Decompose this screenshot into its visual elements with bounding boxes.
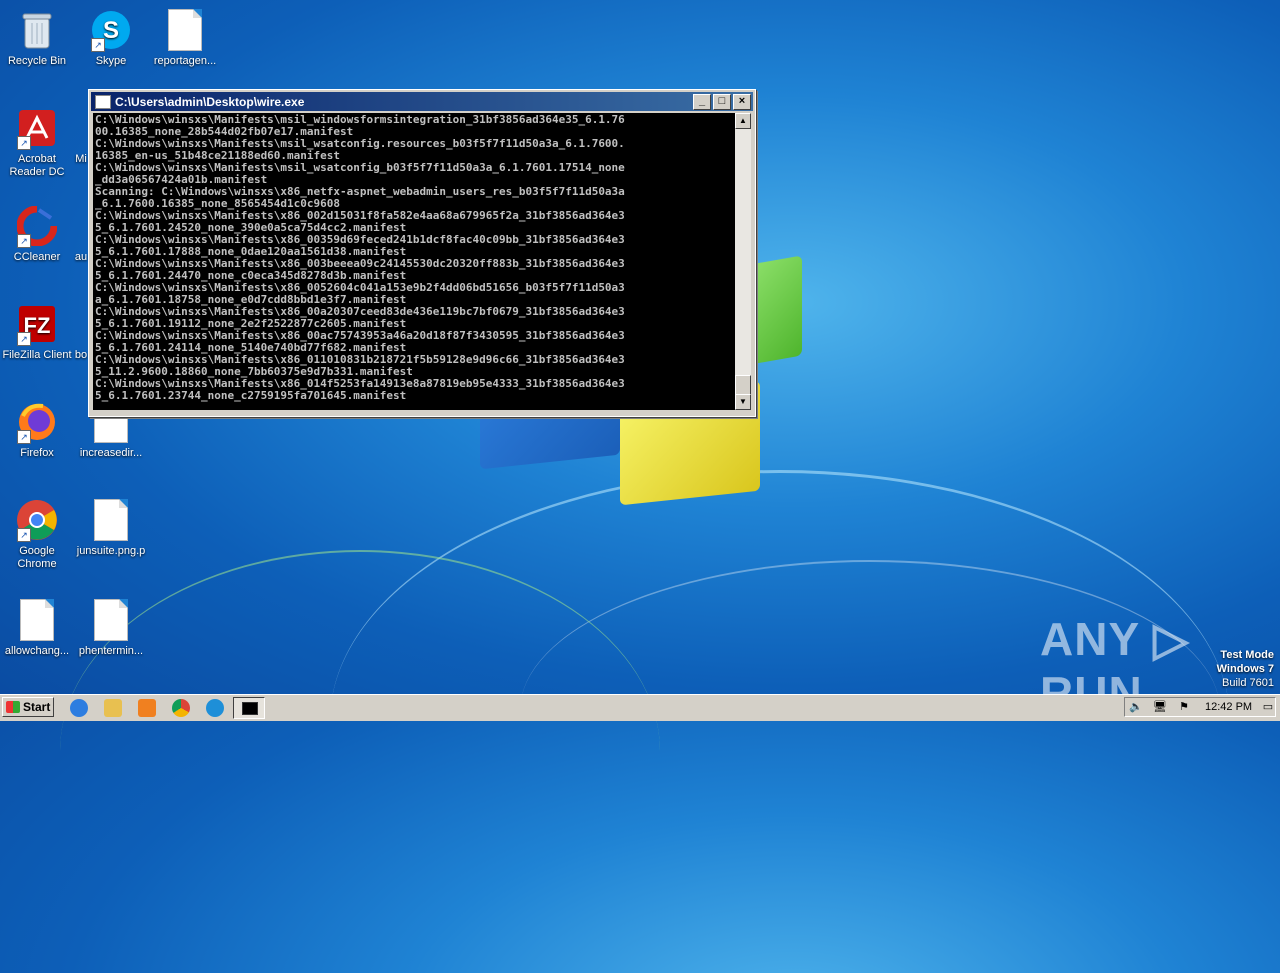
network-icon[interactable]: 🖥 xyxy=(1153,701,1167,714)
explorer-icon[interactable] xyxy=(104,699,122,717)
taskbar-item-console[interactable] xyxy=(233,697,265,719)
desktop-icon-filezilla[interactable]: FZ ↗ FileZilla Client xyxy=(0,302,74,362)
ccleaner-icon: ↗ xyxy=(15,204,59,248)
scroll-up-button[interactable]: ▲ xyxy=(735,113,751,129)
desktop-icon-label: reportagen... xyxy=(153,55,217,67)
volume-icon[interactable]: 🔈 xyxy=(1129,701,1143,714)
shortcut-arrow-icon: ↗ xyxy=(17,430,31,444)
desktop-icon-label: FileZilla Client xyxy=(2,349,72,361)
desktop-icon-label: CCleaner xyxy=(13,251,61,263)
console-output-text: C:\Windows\winsxs\Manifests\msil_windows… xyxy=(95,113,625,402)
desktop-icon-label: Google Chrome xyxy=(17,545,57,570)
desktop-icon-label: Recycle Bin xyxy=(7,55,67,67)
shortcut-arrow-icon: ↗ xyxy=(17,136,31,150)
console-taskbar-icon xyxy=(242,702,258,715)
desktop-icon-label: Acrobat Reader DC xyxy=(9,153,65,178)
windows-flag-icon xyxy=(6,701,20,713)
file-icon xyxy=(89,498,133,542)
test-mode-notice: Test Mode Windows 7 Build 7601 xyxy=(1217,648,1274,690)
desktop-icon-skype[interactable]: S ↗ Skype xyxy=(74,8,148,68)
wallpaper-swirl xyxy=(330,470,1230,973)
scroll-thumb[interactable] xyxy=(735,375,751,395)
console-app-icon xyxy=(95,94,111,109)
system-tray: 🔈 🖥 ⚑ 12:42 PM ▭ xyxy=(1124,697,1276,717)
shortcut-arrow-icon: ↗ xyxy=(17,528,31,542)
desktop-icon-label: phentermin... xyxy=(78,645,144,657)
desktop-icon-label: junsuite.png.p xyxy=(76,545,146,557)
chrome-icon: ↗ xyxy=(15,498,59,542)
taskbar: Start 🔈 🖥 ⚑ 12:42 PM ▭ xyxy=(0,694,1280,721)
desktop-icon-chrome[interactable]: ↗ Google Chrome xyxy=(0,498,74,571)
desktop-icon-junsuite[interactable]: junsuite.png.p xyxy=(74,498,148,558)
desktop-icon-label: Skype xyxy=(95,55,127,67)
build-number-line: Build 7601 xyxy=(1222,677,1274,689)
wallpaper-swirl xyxy=(60,550,660,952)
file-icon xyxy=(89,598,133,642)
desktop-icon-label: Firefox xyxy=(20,447,54,459)
desktop-icon-label: increasedir... xyxy=(79,447,143,459)
windows-version-line: Windows 7 xyxy=(1216,663,1274,675)
edge-icon[interactable] xyxy=(206,699,224,717)
desktop-icon-reportagen[interactable]: reportagen... xyxy=(148,8,222,68)
desktop-icon-allowchang[interactable]: allowchang... xyxy=(0,598,74,658)
filezilla-icon: FZ ↗ xyxy=(15,302,59,346)
window-titlebar[interactable]: C:\Users\admin\Desktop\wire.exe _ □ × xyxy=(91,92,753,111)
console-window[interactable]: C:\Users\admin\Desktop\wire.exe _ □ × C:… xyxy=(88,89,756,417)
close-button[interactable]: × xyxy=(733,93,751,110)
desktop-icon-acrobat[interactable]: ↗ Acrobat Reader DC xyxy=(0,106,74,179)
chrome-icon[interactable] xyxy=(172,699,190,717)
maximize-button[interactable]: □ xyxy=(713,93,731,110)
firefox-icon: ↗ xyxy=(15,400,59,444)
start-label: Start xyxy=(23,700,51,714)
desktop-icon-firefox[interactable]: ↗ Firefox xyxy=(0,400,74,460)
clock[interactable]: 12:42 PM xyxy=(1205,701,1252,713)
action-center-flag-icon[interactable]: ⚑ xyxy=(1177,701,1191,714)
file-icon xyxy=(15,598,59,642)
internet-explorer-icon[interactable] xyxy=(70,699,88,717)
media-player-icon[interactable] xyxy=(138,699,156,717)
desktop-icon-ccleaner[interactable]: ↗ CCleaner xyxy=(0,204,74,264)
acrobat-icon: ↗ xyxy=(15,106,59,150)
recycle-bin-icon xyxy=(15,8,59,52)
test-mode-line: Test Mode xyxy=(1220,649,1274,661)
shortcut-arrow-icon: ↗ xyxy=(17,234,31,248)
file-icon xyxy=(163,8,207,52)
minimize-button[interactable]: _ xyxy=(693,93,711,110)
scroll-down-button[interactable]: ▼ xyxy=(735,394,751,410)
desktop-icon-recycle-bin[interactable]: Recycle Bin xyxy=(0,8,74,68)
svg-text:S: S xyxy=(103,17,119,44)
desktop-icon-label: allowchang... xyxy=(4,645,70,657)
vertical-scrollbar[interactable]: ▲ ▼ xyxy=(735,113,751,410)
skype-icon: S ↗ xyxy=(89,8,133,52)
shortcut-arrow-icon: ↗ xyxy=(17,332,31,346)
start-button[interactable]: Start xyxy=(2,697,54,717)
windows-logo-green-pane xyxy=(750,255,802,365)
console-output-area[interactable]: C:\Windows\winsxs\Manifests\msil_windows… xyxy=(93,113,735,410)
show-desktop-icon[interactable]: ▭ xyxy=(1261,701,1275,714)
desktop-icon-phentermin[interactable]: phentermin... xyxy=(74,598,148,658)
window-title: C:\Users\admin\Desktop\wire.exe xyxy=(115,94,305,109)
shortcut-arrow-icon: ↗ xyxy=(91,38,105,52)
